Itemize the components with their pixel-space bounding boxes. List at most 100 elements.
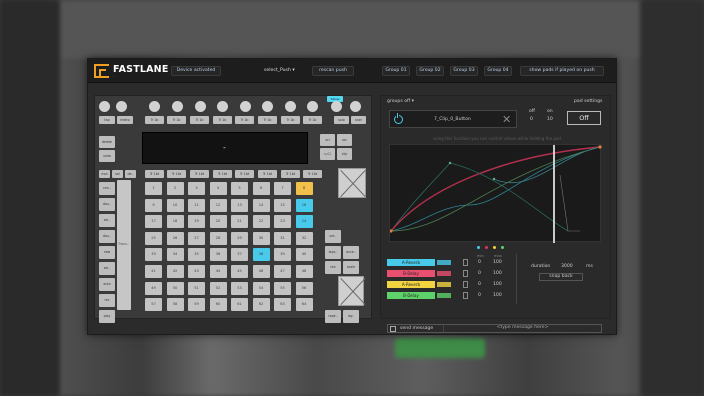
pad-62[interactable]: 62 <box>252 298 270 312</box>
send-min[interactable]: 0 <box>478 271 481 276</box>
knob[interactable] <box>217 101 228 112</box>
pad-48[interactable]: 48 <box>295 265 313 278</box>
pad-13[interactable]: 13 <box>231 198 248 212</box>
pad-44[interactable]: 44 <box>209 265 227 278</box>
metro-button[interactable]: metro <box>117 116 133 124</box>
pad-32[interactable]: 32 <box>295 231 313 245</box>
color-dot[interactable] <box>493 246 496 249</box>
knob[interactable] <box>331 101 342 112</box>
send-row[interactable]: A-Reverb 0 100 <box>387 259 515 267</box>
left-col-button[interactable]: sel.. <box>99 214 115 227</box>
pad-7[interactable]: 7 <box>274 182 291 195</box>
pad-47[interactable]: 47 <box>274 265 291 278</box>
knob[interactable] <box>262 101 273 112</box>
send-min[interactable]: 0 <box>478 282 481 287</box>
track-bottom-button[interactable]: Tr 1bt <box>145 170 164 178</box>
pad-17[interactable]: 17 <box>145 215 162 229</box>
knob[interactable] <box>172 101 183 112</box>
send-row[interactable]: B-Delay 0 100 <box>387 292 515 300</box>
off-value[interactable]: 0 <box>530 117 533 122</box>
group-01-button[interactable]: Group 01 <box>382 66 410 76</box>
pad-31[interactable]: 31 <box>274 231 291 245</box>
left-col-button[interactable]: dou.. <box>99 198 115 211</box>
pad-52[interactable]: 52 <box>209 281 227 295</box>
pad-21[interactable]: 21 <box>231 215 248 229</box>
pad-50[interactable]: 50 <box>166 281 184 295</box>
send-toggle[interactable] <box>463 281 468 288</box>
undo-button[interactable]: undo <box>99 150 115 162</box>
send-toggle[interactable] <box>463 292 468 299</box>
pad-6[interactable]: 6 <box>252 182 270 195</box>
color-dot[interactable] <box>485 246 488 249</box>
send-level-bar[interactable] <box>437 282 451 287</box>
touch-strip[interactable]: Trans.. <box>117 180 131 310</box>
group-03-button[interactable]: Group 03 <box>450 66 478 76</box>
track-button[interactable]: Tr 1b <box>145 116 164 124</box>
pad-16[interactable]: 16 <box>295 198 313 212</box>
automation-button[interactable]: auto <box>99 278 115 291</box>
mute-button[interactable]: mut <box>99 170 110 178</box>
pad-39[interactable]: 39 <box>274 248 291 262</box>
send-row[interactable]: A-Reverb 0 100 <box>387 281 515 289</box>
pad-26[interactable]: 26 <box>166 231 184 245</box>
rec-button[interactable]: rec <box>337 134 352 146</box>
record-button[interactable]: rec <box>99 294 115 307</box>
pad-41[interactable]: 41 <box>145 265 162 278</box>
pad-3[interactable]: 3 <box>188 182 205 195</box>
delete-button[interactable]: delete <box>99 136 115 148</box>
knob[interactable] <box>307 101 318 112</box>
pad-59[interactable]: 59 <box>188 298 205 312</box>
color-dot[interactable] <box>501 246 504 249</box>
track-button[interactable]: Tr 1b <box>303 116 322 124</box>
left-col-button[interactable]: dou.. <box>99 230 115 243</box>
send-message-checkbox[interactable] <box>390 326 396 332</box>
power-icon[interactable] <box>394 112 403 124</box>
pad-57[interactable]: 57 <box>145 298 162 312</box>
curve-point[interactable] <box>492 177 496 181</box>
track-button[interactable]: Tr 1b <box>167 116 186 124</box>
new-button[interactable]: new <box>99 246 115 259</box>
track-bottom-button[interactable]: Tr 1bt <box>258 170 277 178</box>
curve-point[interactable] <box>448 161 452 165</box>
track-bottom-button[interactable]: Tr 1bt <box>235 170 254 178</box>
track-button[interactable]: Tr 1b <box>213 116 232 124</box>
pad-54[interactable]: 54 <box>252 281 270 295</box>
left-col-button[interactable]: cen.. <box>99 182 115 195</box>
knob[interactable] <box>285 101 296 112</box>
scale-button[interactable]: scale <box>343 261 359 274</box>
pad-61[interactable]: 61 <box>231 298 248 312</box>
pad-20[interactable]: 20 <box>209 215 227 229</box>
pad-15[interactable]: 15 <box>274 198 291 212</box>
track-button[interactable]: Tr 1b <box>281 116 300 124</box>
curve-point[interactable] <box>598 145 602 149</box>
pad-37[interactable]: 37 <box>231 248 248 262</box>
pad-56[interactable]: 56 <box>295 281 313 295</box>
pad-34[interactable]: 34 <box>166 248 184 262</box>
send-min[interactable]: 0 <box>478 293 481 298</box>
select-button[interactable]: sel <box>112 170 123 178</box>
u-cl-button[interactable]: u-Cl <box>320 148 335 160</box>
pad-11[interactable]: 11 <box>188 198 205 212</box>
pad-63[interactable]: 63 <box>274 298 291 312</box>
message-input[interactable]: <type message here> <box>443 325 601 332</box>
clip-slot[interactable]: 7_Clip_0_Button ✕ <box>389 110 517 128</box>
pad-42[interactable]: 42 <box>166 265 184 278</box>
curve-svg[interactable] <box>389 145 602 243</box>
track-bottom-button[interactable]: Tr 1bt <box>303 170 322 178</box>
knob[interactable] <box>195 101 206 112</box>
play-button[interactable]: play <box>99 310 115 323</box>
track-button[interactable]: Tr 1b <box>190 116 209 124</box>
close-icon[interactable] <box>338 276 364 306</box>
groups-off-dropdown[interactable]: groups off ▾ <box>387 99 414 104</box>
pad-27[interactable]: 27 <box>188 231 205 245</box>
right-col-button[interactable]: acce.. <box>343 246 359 259</box>
track-bottom-button[interactable]: Tr 1bt <box>190 170 209 178</box>
pad-64[interactable]: 64 <box>295 298 313 312</box>
tap-button[interactable]: tap <box>99 116 115 124</box>
send-level-bar[interactable] <box>437 260 451 265</box>
pad-5[interactable]: 5 <box>231 182 248 195</box>
send-level-bar[interactable] <box>437 293 451 298</box>
pad-53[interactable]: 53 <box>231 281 248 295</box>
show-pads-button[interactable]: show pads if played on push <box>520 66 604 76</box>
pad-22[interactable]: 22 <box>252 215 270 229</box>
